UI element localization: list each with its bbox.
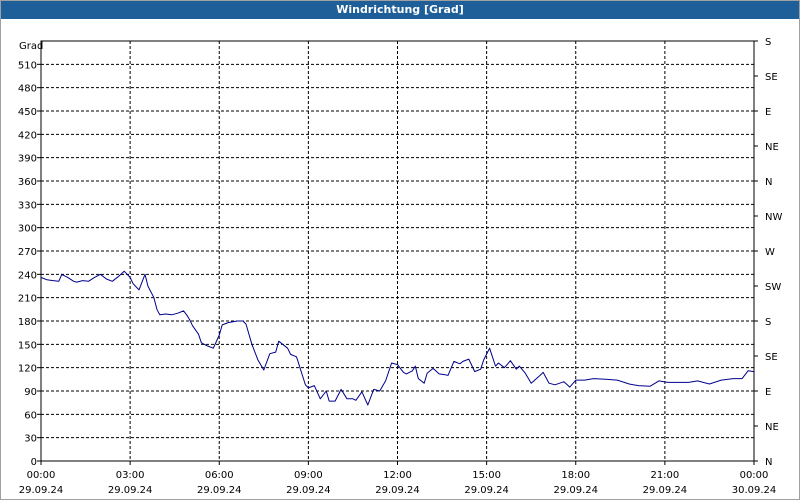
x-axis-ticks: 00:00 29.09.24 03:00 29.09.24 06:00 29.09.24 0… — [19, 461, 777, 496]
y-tick-label: 240 — [18, 270, 37, 281]
y2-tick-label: E — [765, 107, 771, 118]
y-tick-label: 0 — [31, 457, 37, 468]
y-tick-label: 60 — [24, 410, 37, 421]
grid — [41, 41, 754, 461]
y-tick-label: 330 — [18, 200, 37, 211]
y-tick-label: 390 — [18, 154, 37, 165]
y-tick-label: 420 — [18, 130, 37, 141]
x-tick-time: 00:00 — [27, 470, 56, 481]
y2-tick-label: S — [765, 317, 771, 328]
y-tick-label: 150 — [18, 340, 37, 351]
y-axis-ticks: 0 30 60 90 120 150 180 210 240 270 300 330 360 390 420… — [18, 60, 41, 468]
x-tick-time: 21:00 — [650, 470, 679, 481]
x-tick-date: 29.09.24 — [108, 485, 153, 496]
y-tick-label: 480 — [18, 84, 37, 95]
y2-tick-label: W — [765, 247, 775, 258]
y-tick-label: 510 — [18, 60, 37, 71]
y-tick-label: 360 — [18, 177, 37, 188]
x-tick-time: 18:00 — [561, 470, 590, 481]
x-tick-date: 29.09.24 — [19, 485, 64, 496]
y-tick-label: 90 — [24, 387, 37, 398]
x-tick-time: 06:00 — [205, 470, 234, 481]
y2-tick-label: NW — [765, 212, 782, 223]
x-tick-date: 29.09.24 — [375, 485, 420, 496]
chart-window: Windrichtung [Grad] Grad 0 30 60 90 120 150 18… — [0, 0, 800, 500]
y-tick-label: 270 — [18, 247, 37, 258]
y2-tick-label: SE — [765, 352, 778, 363]
y2-tick-label: SE — [765, 72, 778, 83]
y2-tick-label: N — [765, 457, 772, 468]
x-tick-time: 00:00 — [740, 470, 769, 481]
x-tick-date: 29.09.24 — [286, 485, 331, 496]
x-tick-date: 30.09.24 — [732, 485, 777, 496]
chart-svg: Grad 0 30 60 90 120 150 180 210 240 270 300 330 360 3… — [18, 37, 783, 496]
y2-axis-ticks: N NE E SE S SW W NW N NE E SE S — [754, 37, 782, 468]
y-tick-label: 210 — [18, 294, 37, 305]
y-tick-label: 120 — [18, 364, 37, 375]
x-tick-date: 29.09.24 — [553, 485, 598, 496]
y-tick-label: 300 — [18, 224, 37, 235]
x-tick-time: 12:00 — [383, 470, 412, 481]
x-tick-date: 29.09.24 — [643, 485, 688, 496]
y2-tick-label: NE — [765, 142, 779, 153]
y-tick-label: 180 — [18, 317, 37, 328]
x-tick-date: 29.09.24 — [197, 485, 242, 496]
x-tick-time: 09:00 — [294, 470, 323, 481]
y2-tick-label: SW — [765, 282, 781, 293]
y-tick-label: 30 — [24, 434, 37, 445]
x-tick-time: 15:00 — [472, 470, 501, 481]
x-tick-date: 29.09.24 — [464, 485, 509, 496]
y2-tick-label: NE — [765, 422, 779, 433]
y-tick-label: 450 — [18, 107, 37, 118]
x-tick-time: 03:00 — [116, 470, 145, 481]
y2-tick-label: N — [765, 177, 772, 188]
y2-tick-label: S — [765, 37, 771, 48]
y-axis-label: Grad — [19, 41, 43, 52]
y2-tick-label: E — [765, 387, 771, 398]
